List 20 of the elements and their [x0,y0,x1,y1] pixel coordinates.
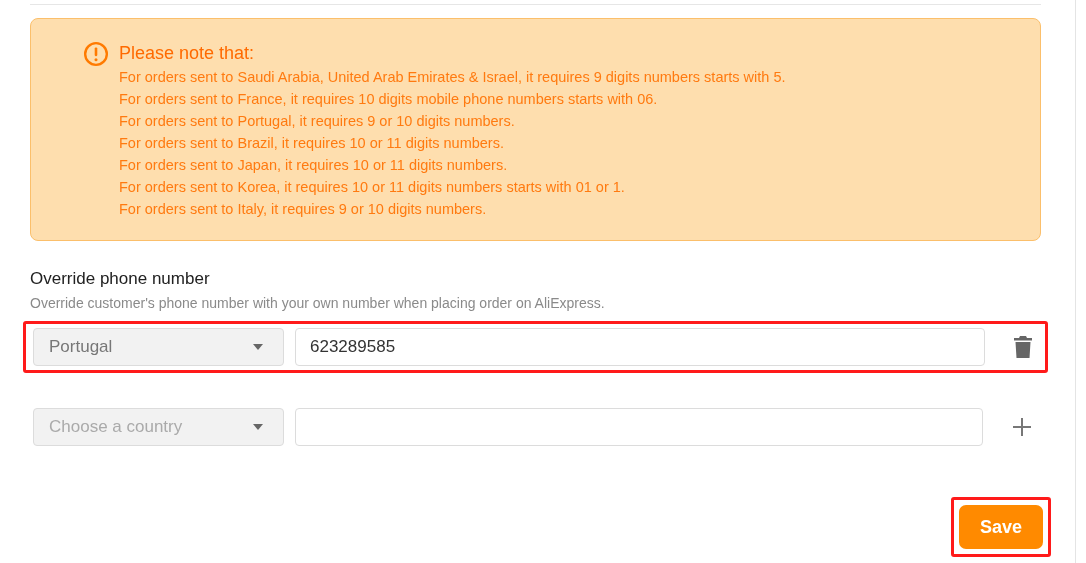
plus-icon[interactable] [1012,417,1032,437]
notice-line: For orders sent to Saudi Arabia, United Arab Emirates & Israel, it requires 9 digits numbers starts with 5. [119,68,786,87]
phone-input[interactable] [295,408,983,446]
save-button[interactable]: Save [959,505,1043,549]
notice-line: For orders sent to Korea, it requires 10 or 11 digits numbers starts with 01 or 1. [119,178,626,197]
notice-line: For orders sent to Brazil, it requires 10 or 11 digits numbers. [119,134,505,153]
notice-line: For orders sent to France, it requires 10 digits mobile phone numbers starts with 06. [119,90,659,109]
notice-line: For orders sent to Italy, it requires 9 or 10 digits numbers. [119,200,488,219]
notice-title: Please note that: [119,43,256,64]
warning-icon [83,41,109,67]
section-title: Override phone number [30,269,211,289]
country-select[interactable]: Choose a country [33,408,284,446]
notice-line: For orders sent to Portugal, it requires 9 or 10 digits numbers. [119,112,516,131]
trash-icon[interactable] [1014,336,1032,358]
section-description: Override customer's phone number with your own number when placing order on AliExpress. [30,295,606,311]
phone-input[interactable]: 623289585 [295,328,985,366]
notice-line: For orders sent to Japan, it requires 10 or 11 digits numbers. [119,156,509,175]
caret-icon [253,424,263,430]
country-select[interactable]: Portugal [33,328,284,366]
caret-icon [253,344,263,350]
